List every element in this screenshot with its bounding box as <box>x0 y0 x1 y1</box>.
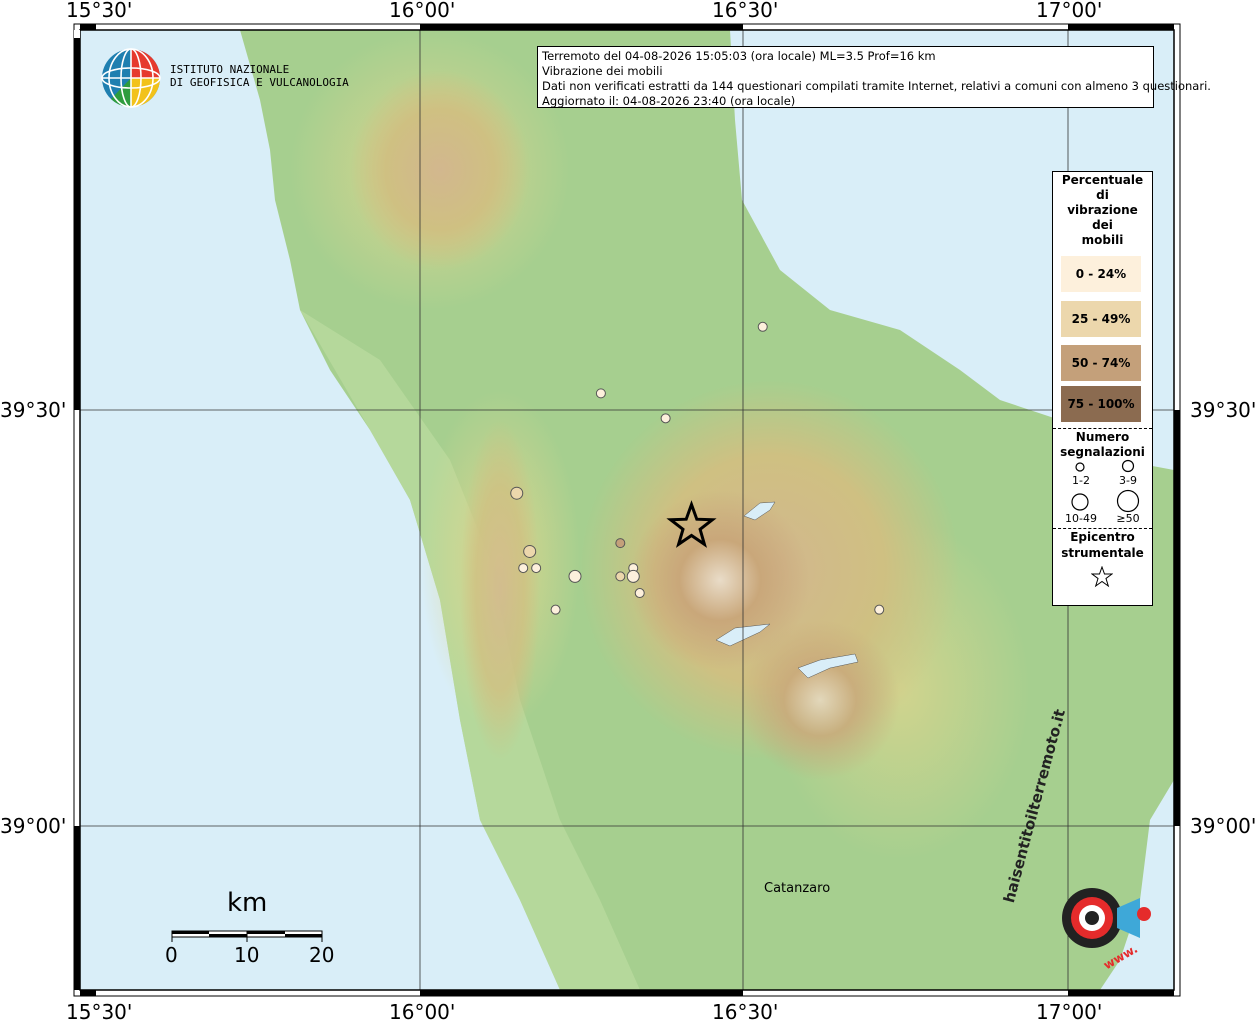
legend-title: Percentuale di vibrazione dei mobili <box>1053 172 1152 248</box>
report-circle <box>634 588 645 599</box>
report-circle <box>615 571 626 582</box>
report-circle <box>510 486 524 500</box>
legend-epicenter-title-line: Epicentro <box>1070 530 1135 544</box>
lon-label-top-3: 16°30' <box>712 0 779 22</box>
sila-south <box>740 620 900 780</box>
lat-label-right-2: 39°00' <box>1190 814 1255 838</box>
legend-count-10-49: 10-49 <box>1065 512 1097 525</box>
lon-label-bottom-3: 16°30' <box>712 1000 779 1024</box>
legend-star-icon <box>1091 566 1113 588</box>
report-circle <box>523 544 537 558</box>
pollino-mountains <box>350 70 530 270</box>
ingv-logo-line1: ISTITUTO NAZIONALE <box>170 63 290 76</box>
legend-epicenter-title: Epicentro strumentale <box>1053 529 1152 561</box>
report-circle <box>626 569 640 583</box>
report-circle <box>518 563 529 574</box>
legend-class-0-24: 0 - 24% <box>1061 256 1141 292</box>
report-circle <box>757 321 768 332</box>
legend-title-line: dei <box>1092 218 1113 232</box>
legend-count-1-2: 1-2 <box>1072 474 1090 487</box>
ingv-logo-text: ISTITUTO NAZIONALE DI GEOFISICA E VULCAN… <box>170 63 349 89</box>
legend-count-title: Numero segnalazioni <box>1053 430 1152 460</box>
legend-title-line: di <box>1096 188 1109 202</box>
lon-label-bottom-4: 17°00' <box>1036 1000 1103 1024</box>
lat-label-left-2: 39°00' <box>0 814 67 838</box>
ingv-logo-line2: DI GEOFISICA E VULCANOLOGIA <box>170 76 349 89</box>
report-circle <box>660 413 671 424</box>
legend-epicenter-title-line: strumentale <box>1061 546 1144 560</box>
legend-count-3-9: 3-9 <box>1119 474 1137 487</box>
scale-unit: km <box>227 888 268 918</box>
legend-class-50-74: 50 - 74% <box>1061 345 1141 381</box>
scale-label-20: 20 <box>309 943 335 967</box>
legend-title-line: mobili <box>1081 233 1124 247</box>
scale-label-0: 0 <box>165 943 178 967</box>
city-label-catanzaro: Catanzaro <box>764 881 831 896</box>
report-circle <box>531 563 542 574</box>
report-circle <box>550 604 561 615</box>
legend-class-25-49: 25 - 49% <box>1061 301 1141 337</box>
event-info-box: Terremoto del 04-08-2026 15:05:03 (ora l… <box>537 46 1211 108</box>
legend: Percentuale di vibrazione dei mobili 0 -… <box>1052 171 1153 606</box>
ingv-logo-icon <box>101 48 161 108</box>
lon-label-bottom-1: 15°30' <box>66 1000 133 1024</box>
event-info-line1: Terremoto del 04-08-2026 15:05:03 (ora l… <box>542 49 936 63</box>
lat-label-right-1: 39°30' <box>1190 398 1255 422</box>
event-info-line4: Aggiornato il: 04-08-2026 23:40 (ora loc… <box>542 94 796 108</box>
event-info-line3: Dati non verificati estratti da 144 ques… <box>542 79 1211 93</box>
legend-class-75-100: 75 - 100% <box>1061 386 1141 422</box>
report-circle <box>595 388 606 399</box>
legend-count-50: ≥50 <box>1116 512 1140 525</box>
coastal-range <box>460 420 540 760</box>
legend-count-title-line: Numero <box>1075 430 1130 444</box>
scale-label-10: 10 <box>234 943 260 967</box>
lon-label-top-2: 16°00' <box>389 0 456 22</box>
event-info-line2: Vibrazione dei mobili <box>542 64 663 78</box>
report-circle <box>568 569 582 583</box>
lat-label-left-1: 39°30' <box>0 398 67 422</box>
lon-label-top-4: 17°00' <box>1036 0 1103 22</box>
report-circle <box>874 604 885 615</box>
lon-label-top-1: 15°30' <box>66 0 133 22</box>
legend-title-line: vibrazione <box>1067 203 1138 217</box>
report-circle <box>615 538 626 549</box>
legend-separator <box>1053 428 1152 429</box>
map-area <box>80 30 1174 990</box>
lon-label-bottom-2: 16°00' <box>389 1000 456 1024</box>
legend-title-line: Percentuale <box>1061 173 1144 187</box>
